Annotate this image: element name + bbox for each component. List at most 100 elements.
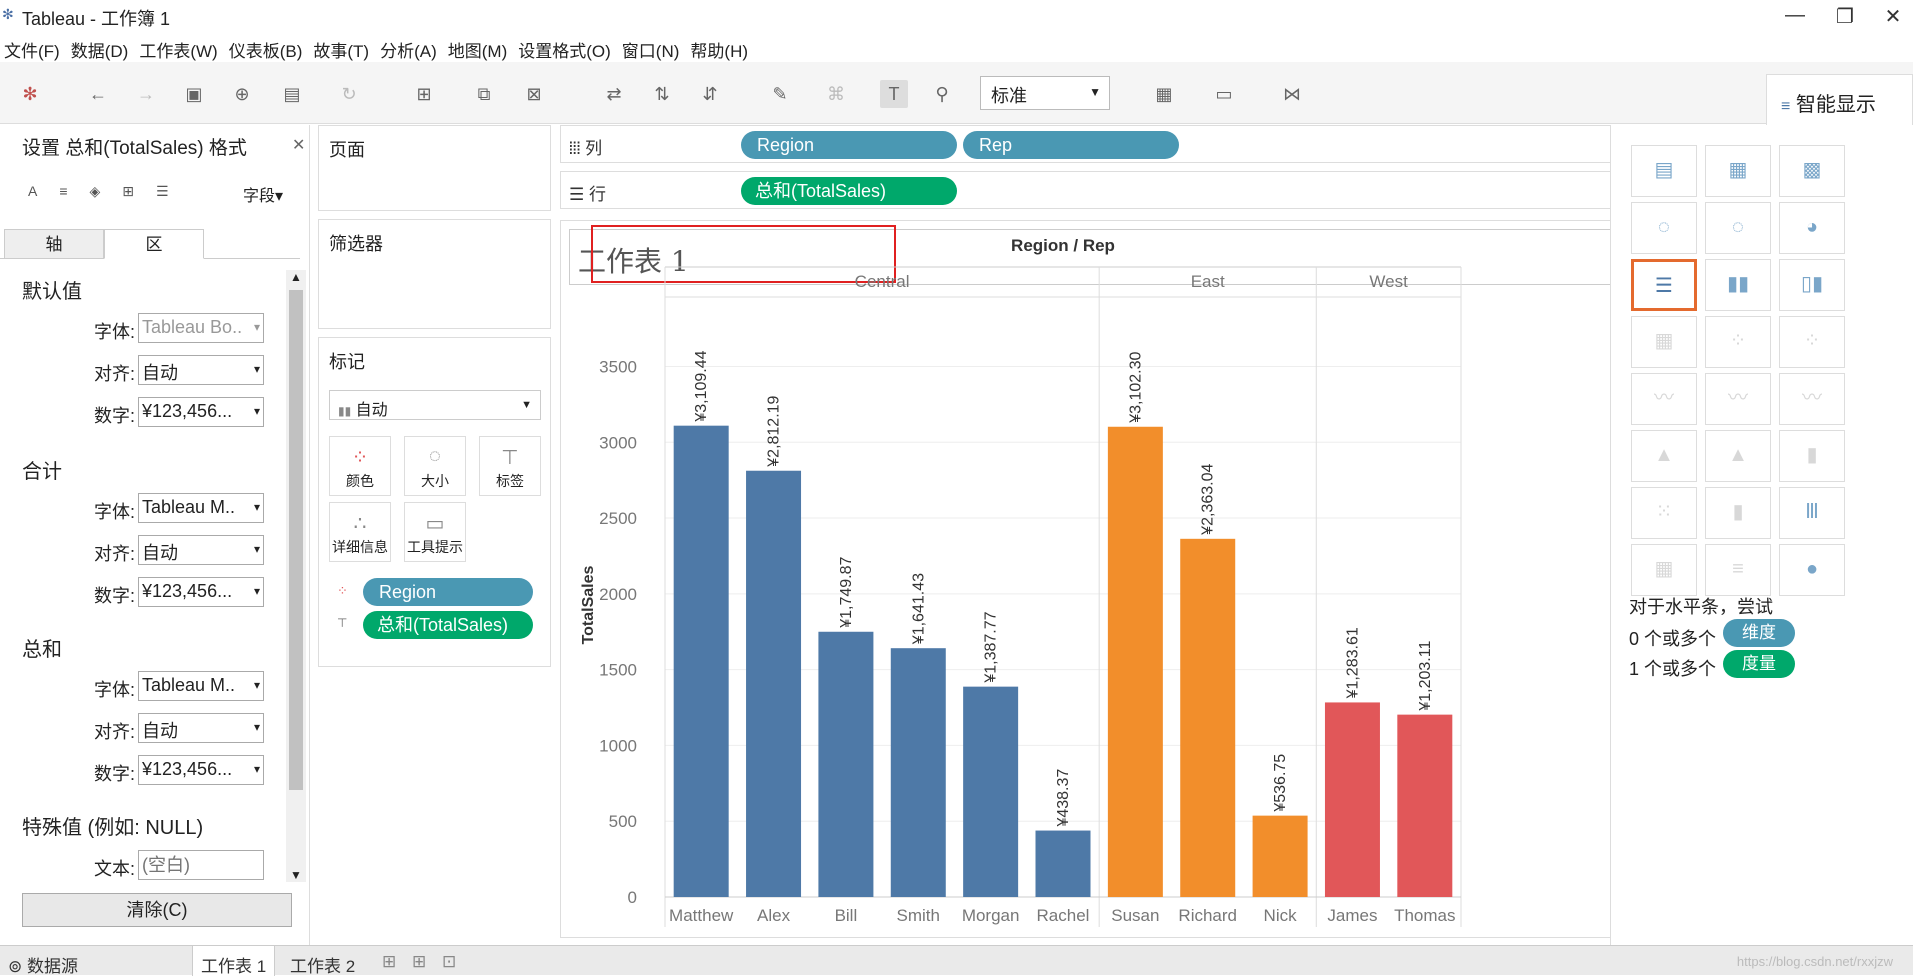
label-button[interactable]: ⊤ 标签	[479, 436, 541, 496]
chart-type-box-whisker-icon[interactable]: Ⅲ	[1779, 487, 1845, 539]
chart-type-filled-map-icon[interactable]: ◌	[1705, 202, 1771, 254]
undo-icon[interactable]: ←	[84, 80, 112, 108]
new-datasource-icon[interactable]: ⊕	[228, 80, 256, 108]
chart-type-side-by-side-circles-icon[interactable]: ⁘	[1779, 316, 1845, 368]
tab-datasource[interactable]: ⊚ 数据源	[0, 946, 86, 976]
chart-type-circle-view-icon[interactable]: ⁘	[1705, 316, 1771, 368]
menu-worksheet[interactable]: 工作表(W)	[135, 34, 224, 62]
filters-card[interactable]: 筛选器	[318, 219, 551, 329]
redo-icon[interactable]: →	[132, 80, 160, 108]
chart-type-heat-map-icon[interactable]: ▦	[1705, 145, 1771, 197]
menu-file[interactable]: 文件(F)	[0, 34, 67, 62]
menu-help[interactable]: 帮助(H)	[686, 34, 755, 62]
clear-button[interactable]: 清除(C)	[22, 893, 292, 927]
menu-format[interactable]: 设置格式(O)	[514, 34, 618, 62]
font-format-icon[interactable]: A	[28, 183, 37, 199]
default-align-select[interactable]: 自动 ▾	[138, 355, 264, 385]
marks-pill-totalsales[interactable]: 总和(TotalSales)	[363, 611, 533, 639]
chart-type-dual-combo-icon[interactable]: ▮	[1779, 430, 1845, 482]
total-align-select[interactable]: 自动 ▾	[138, 535, 264, 565]
menu-analysis[interactable]: 分析(A)	[376, 34, 444, 62]
view-size-select[interactable]: 标准 ▼	[980, 76, 1110, 110]
tableau-home-icon[interactable]: ✻	[16, 80, 44, 108]
chart-type-text-table-icon[interactable]: ▤	[1631, 145, 1697, 197]
special-text-input[interactable]	[138, 850, 264, 880]
close-icon[interactable]: ✕	[292, 135, 305, 155]
clear-sheet-icon[interactable]: ⊠	[520, 80, 548, 108]
lines-format-icon[interactable]: ☰	[156, 183, 169, 199]
duplicate-icon[interactable]: ⧉	[470, 80, 498, 108]
new-worksheet-icon[interactable]: ⊞	[410, 80, 438, 108]
refresh-icon[interactable]: ↻	[335, 80, 363, 108]
chart-type-horizontal-bars-icon[interactable]: ☰	[1631, 259, 1697, 311]
swap-icon[interactable]: ⇄	[600, 80, 628, 108]
maximize-button[interactable]: ❐	[1830, 4, 1860, 28]
color-button[interactable]: ⁘ 颜色	[329, 436, 391, 496]
share-icon[interactable]: ⋈	[1278, 80, 1306, 108]
chevron-up-icon[interactable]: ▲	[290, 270, 302, 284]
align-format-icon[interactable]: ≡	[59, 183, 67, 199]
columns-pill-rep[interactable]: Rep	[963, 131, 1179, 159]
show-labels-icon[interactable]: T	[880, 80, 908, 108]
pages-card[interactable]: 页面	[318, 125, 551, 211]
chart-type-histogram-icon[interactable]: ▮	[1705, 487, 1771, 539]
group-icon[interactable]: ⌘	[822, 80, 850, 108]
format-panel-scrollbar[interactable]: ▲ ▼	[286, 270, 306, 882]
chart-type-highlight-table-icon[interactable]: ▩	[1779, 145, 1845, 197]
chart-type-area-discrete-icon[interactable]: ▲	[1705, 430, 1771, 482]
chart-type-symbol-map-icon[interactable]: ◌	[1631, 202, 1697, 254]
size-button[interactable]: ◌ 大小	[404, 436, 466, 496]
default-num-select[interactable]: ¥123,456... ▾	[138, 397, 264, 427]
new-worksheet-icon[interactable]: ⊞	[374, 946, 404, 976]
total-num-select[interactable]: ¥123,456... ▾	[138, 577, 264, 607]
columns-shelf[interactable]: ⦙⦙⦙ 列 Region Rep	[560, 125, 1660, 163]
close-button[interactable]: ✕	[1878, 4, 1908, 28]
chart-type-treemap-icon[interactable]: ▦	[1631, 316, 1697, 368]
save-icon[interactable]: ▣	[180, 80, 208, 108]
grand-align-select[interactable]: 自动 ▾	[138, 713, 264, 743]
new-dashboard-icon[interactable]: ⊞	[404, 946, 434, 976]
tab-sheet1[interactable]: 工作表 1	[192, 946, 276, 976]
chart-type-scatter-plot-icon[interactable]: ⁙	[1631, 487, 1697, 539]
columns-pill-region[interactable]: Region	[741, 131, 957, 159]
grand-num-select[interactable]: ¥123,456... ▾	[138, 755, 264, 785]
chart-type-packed-bubbles-icon[interactable]: ●	[1779, 544, 1845, 596]
tab-pane[interactable]: 区	[104, 229, 204, 259]
chart-type-pie-chart-icon[interactable]: ◕	[1779, 202, 1845, 254]
fields-dropdown[interactable]: 字段▾	[243, 182, 283, 206]
tooltip-button[interactable]: ▭ 工具提示	[404, 502, 466, 562]
pause-updates-icon[interactable]: ▤	[278, 80, 306, 108]
sort-desc-icon[interactable]: ⇵	[696, 80, 724, 108]
rows-pill-totalsales[interactable]: 总和(TotalSales)	[741, 177, 957, 205]
pin-axes-icon[interactable]: ⚲	[928, 80, 956, 108]
default-font-select[interactable]: Tableau Bo.. ▾	[138, 313, 264, 343]
menu-dashboard[interactable]: 仪表板(B)	[225, 34, 310, 62]
presentation-icon[interactable]: ▭	[1210, 80, 1238, 108]
grand-font-select[interactable]: Tableau M.. ▾	[138, 671, 264, 701]
marks-pill-region[interactable]: Region	[363, 578, 533, 606]
menu-data[interactable]: 数据(D)	[67, 34, 136, 62]
chart-type-area-continuous-icon[interactable]: ▲	[1631, 430, 1697, 482]
chart-type-gantt-icon[interactable]: ▦	[1631, 544, 1697, 596]
mark-type-select[interactable]: ▮▮ 自动 ▼	[329, 390, 541, 420]
chart-type-stacked-bars-icon[interactable]: ▮▮	[1705, 259, 1771, 311]
detail-button[interactable]: ∴ 详细信息	[329, 502, 391, 562]
smart-show-tab[interactable]: ≡ 智能显示	[1766, 74, 1913, 126]
minimize-button[interactable]: —	[1780, 4, 1810, 28]
chart-type-side-by-side-bars-icon[interactable]: ▯▮	[1779, 259, 1845, 311]
sort-asc-icon[interactable]: ⇅	[648, 80, 676, 108]
tab-sheet2[interactable]: 工作表 2	[282, 946, 363, 976]
shading-format-icon[interactable]: ◈	[90, 183, 101, 199]
chart-type-bullet-graph-icon[interactable]: ≡	[1705, 544, 1771, 596]
chevron-down-icon[interactable]: ▼	[290, 868, 302, 882]
highlight-icon[interactable]: ✎	[766, 80, 794, 108]
chart-type-dual-line-icon[interactable]: 〰	[1779, 373, 1845, 425]
show-cards-icon[interactable]: ▦	[1150, 80, 1178, 108]
scrollbar-thumb[interactable]	[289, 290, 303, 790]
tab-axis[interactable]: 轴	[4, 229, 104, 259]
menu-map[interactable]: 地图(M)	[444, 34, 514, 62]
total-font-select[interactable]: Tableau M.. ▾	[138, 493, 264, 523]
new-story-icon[interactable]: ⊡	[434, 946, 464, 976]
borders-format-icon[interactable]: ⊞	[122, 183, 134, 199]
menu-story[interactable]: 故事(T)	[309, 34, 376, 62]
